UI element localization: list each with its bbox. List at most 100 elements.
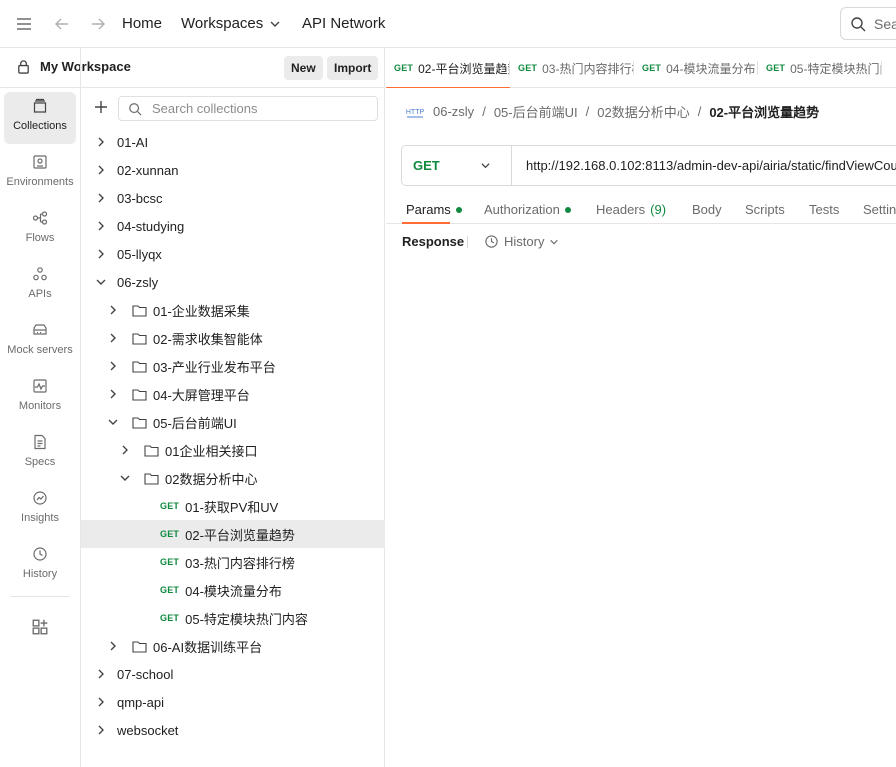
chevron-right-icon[interactable] <box>95 724 107 736</box>
workspaces-menu[interactable]: Workspaces <box>181 15 281 32</box>
folder-icon <box>132 640 147 653</box>
method-badge: GET <box>394 63 414 73</box>
collection-item[interactable]: 02-xunnan <box>81 156 385 184</box>
rail-item-apis[interactable]: APIs <box>4 260 76 312</box>
request-item[interactable]: GET 04-模块流量分布 <box>81 576 385 604</box>
chevron-right-icon[interactable] <box>95 668 107 680</box>
add-collection-icon[interactable] <box>92 98 110 116</box>
tab-headers[interactable]: Headers (9) <box>596 202 666 217</box>
request-tab[interactable]: GET 02-平台浏览量趋势 <box>386 48 510 88</box>
method-select[interactable]: GET <box>402 146 512 185</box>
tree-item-label: 07-school <box>117 666 174 682</box>
rail-item-environments[interactable]: Environments <box>4 148 76 200</box>
collection-item[interactable]: 04-studying <box>81 212 385 240</box>
tab-tests[interactable]: Tests <box>809 202 839 217</box>
rail-label: APIs <box>28 288 52 300</box>
tab-settings-label: Settings <box>863 202 896 217</box>
collection-item[interactable]: 05-llyqx <box>81 240 385 268</box>
rail-item-monitors[interactable]: Monitors <box>4 372 76 424</box>
chevron-right-icon[interactable] <box>95 696 107 708</box>
chevron-right-icon[interactable] <box>95 248 107 260</box>
request-url-bar: GET http://192.168.0.102:8113/admin-dev-… <box>401 145 896 186</box>
breadcrumb-item[interactable]: 05-后台前端UI <box>494 102 578 121</box>
add-apps-icon[interactable] <box>31 618 49 636</box>
request-tab[interactable]: GET 03-热门内容排行榜 <box>510 48 634 88</box>
global-search-input[interactable]: Search <box>840 7 896 40</box>
api-network-label: API Network <box>302 15 386 32</box>
chevron-right-icon[interactable] <box>107 388 119 400</box>
tab-scripts[interactable]: Scripts <box>745 202 785 217</box>
search-collections-placeholder: Search collections <box>152 101 258 116</box>
breadcrumb-current: 02-平台浏览量趋势 <box>709 105 820 120</box>
request-item[interactable]: GET 01-获取PV和UV <box>81 492 385 520</box>
collection-item[interactable]: 07-school <box>81 660 385 688</box>
rail-label: Collections <box>13 120 67 132</box>
import-button[interactable]: Import <box>327 56 379 80</box>
tree-item-label: 02数据分析中心 <box>165 471 258 487</box>
global-search-placeholder: Search <box>874 15 896 32</box>
request-tab-label: 03-热门内容排行榜 <box>542 61 634 76</box>
collection-item[interactable]: 01-AI <box>81 128 385 156</box>
tab-headers-label: Headers <box>596 202 646 217</box>
chevron-right-icon[interactable] <box>107 332 119 344</box>
collection-item[interactable]: websocket <box>81 716 385 744</box>
workspaces-label: Workspaces <box>181 15 264 32</box>
folder-item[interactable]: 01企业相关接口 <box>81 436 385 464</box>
chevron-down-icon <box>270 21 280 27</box>
new-button[interactable]: New <box>284 56 323 80</box>
search-collections-input[interactable]: Search collections <box>118 96 378 121</box>
request-item[interactable]: GET 02-平台浏览量趋势 <box>81 520 385 548</box>
chevron-right-icon[interactable] <box>107 360 119 372</box>
back-arrow-icon[interactable] <box>52 14 72 34</box>
api-network-link[interactable]: API Network <box>302 15 385 32</box>
folder-item[interactable]: 04-大屏管理平台 <box>81 380 385 408</box>
request-item[interactable]: GET 05-特定模块热门内容 <box>81 604 385 632</box>
breadcrumb-item[interactable]: 02数据分析中心 <box>597 102 689 121</box>
rail-item-history[interactable]: History <box>4 540 76 592</box>
rail-item-mock-servers[interactable]: Mock servers <box>4 316 76 368</box>
folder-icon <box>144 472 159 485</box>
forward-arrow-icon[interactable] <box>88 14 108 34</box>
collection-item[interactable]: 03-bcsc <box>81 184 385 212</box>
collection-item[interactable]: 06-zsly <box>81 268 385 296</box>
method-label: GET <box>413 158 440 173</box>
folder-item[interactable]: 03-产业行业发布平台 <box>81 352 385 380</box>
chevron-right-icon[interactable] <box>95 192 107 204</box>
request-tab[interactable]: GET 04-模块流量分布 <box>634 48 758 88</box>
tab-body[interactable]: Body <box>692 202 722 217</box>
request-tab[interactable]: GET 05-特定模块热门内容 <box>758 48 882 88</box>
tab-authorization[interactable]: Authorization <box>484 202 571 217</box>
folder-item[interactable]: 02数据分析中心 <box>81 464 385 492</box>
folder-item[interactable]: 02-需求收集智能体 <box>81 324 385 352</box>
tree-item-label: 04-大屏管理平台 <box>153 387 250 403</box>
rail-item-collections[interactable]: Collections <box>4 92 76 144</box>
chevron-down-icon[interactable] <box>107 416 119 428</box>
chevron-right-icon[interactable] <box>107 640 119 652</box>
rail-item-specs[interactable]: Specs <box>4 428 76 480</box>
menu-icon[interactable] <box>14 14 34 34</box>
chevron-right-icon[interactable] <box>107 304 119 316</box>
chevron-down-icon[interactable] <box>95 276 107 288</box>
environments-icon <box>33 155 47 169</box>
history-label: History <box>504 234 545 249</box>
chevron-right-icon[interactable] <box>119 444 131 456</box>
chevron-right-icon[interactable] <box>95 220 107 232</box>
collection-item[interactable]: qmp-api <box>81 688 385 716</box>
folder-item[interactable]: 06-AI数据训练平台 <box>81 632 385 660</box>
tab-settings[interactable]: Settings <box>863 202 896 217</box>
url-input[interactable]: http://192.168.0.102:8113/admin-dev-api/… <box>512 146 896 185</box>
folder-item[interactable]: 01-企业数据采集 <box>81 296 385 324</box>
method-badge: GET <box>642 63 662 73</box>
home-link[interactable]: Home <box>122 15 162 32</box>
tab-params[interactable]: Params <box>406 202 462 217</box>
tree-item-label: 03-产业行业发布平台 <box>153 359 276 375</box>
request-item[interactable]: GET 03-热门内容排行榜 <box>81 548 385 576</box>
rail-item-insights[interactable]: Insights <box>4 484 76 536</box>
history-dropdown[interactable]: History <box>484 234 559 249</box>
chevron-down-icon[interactable] <box>119 472 131 484</box>
chevron-right-icon[interactable] <box>95 136 107 148</box>
rail-item-flows[interactable]: Flows <box>4 204 76 256</box>
breadcrumb-item[interactable]: 06-zsly <box>433 104 474 119</box>
chevron-right-icon[interactable] <box>95 164 107 176</box>
folder-item[interactable]: 05-后台前端UI <box>81 408 385 436</box>
